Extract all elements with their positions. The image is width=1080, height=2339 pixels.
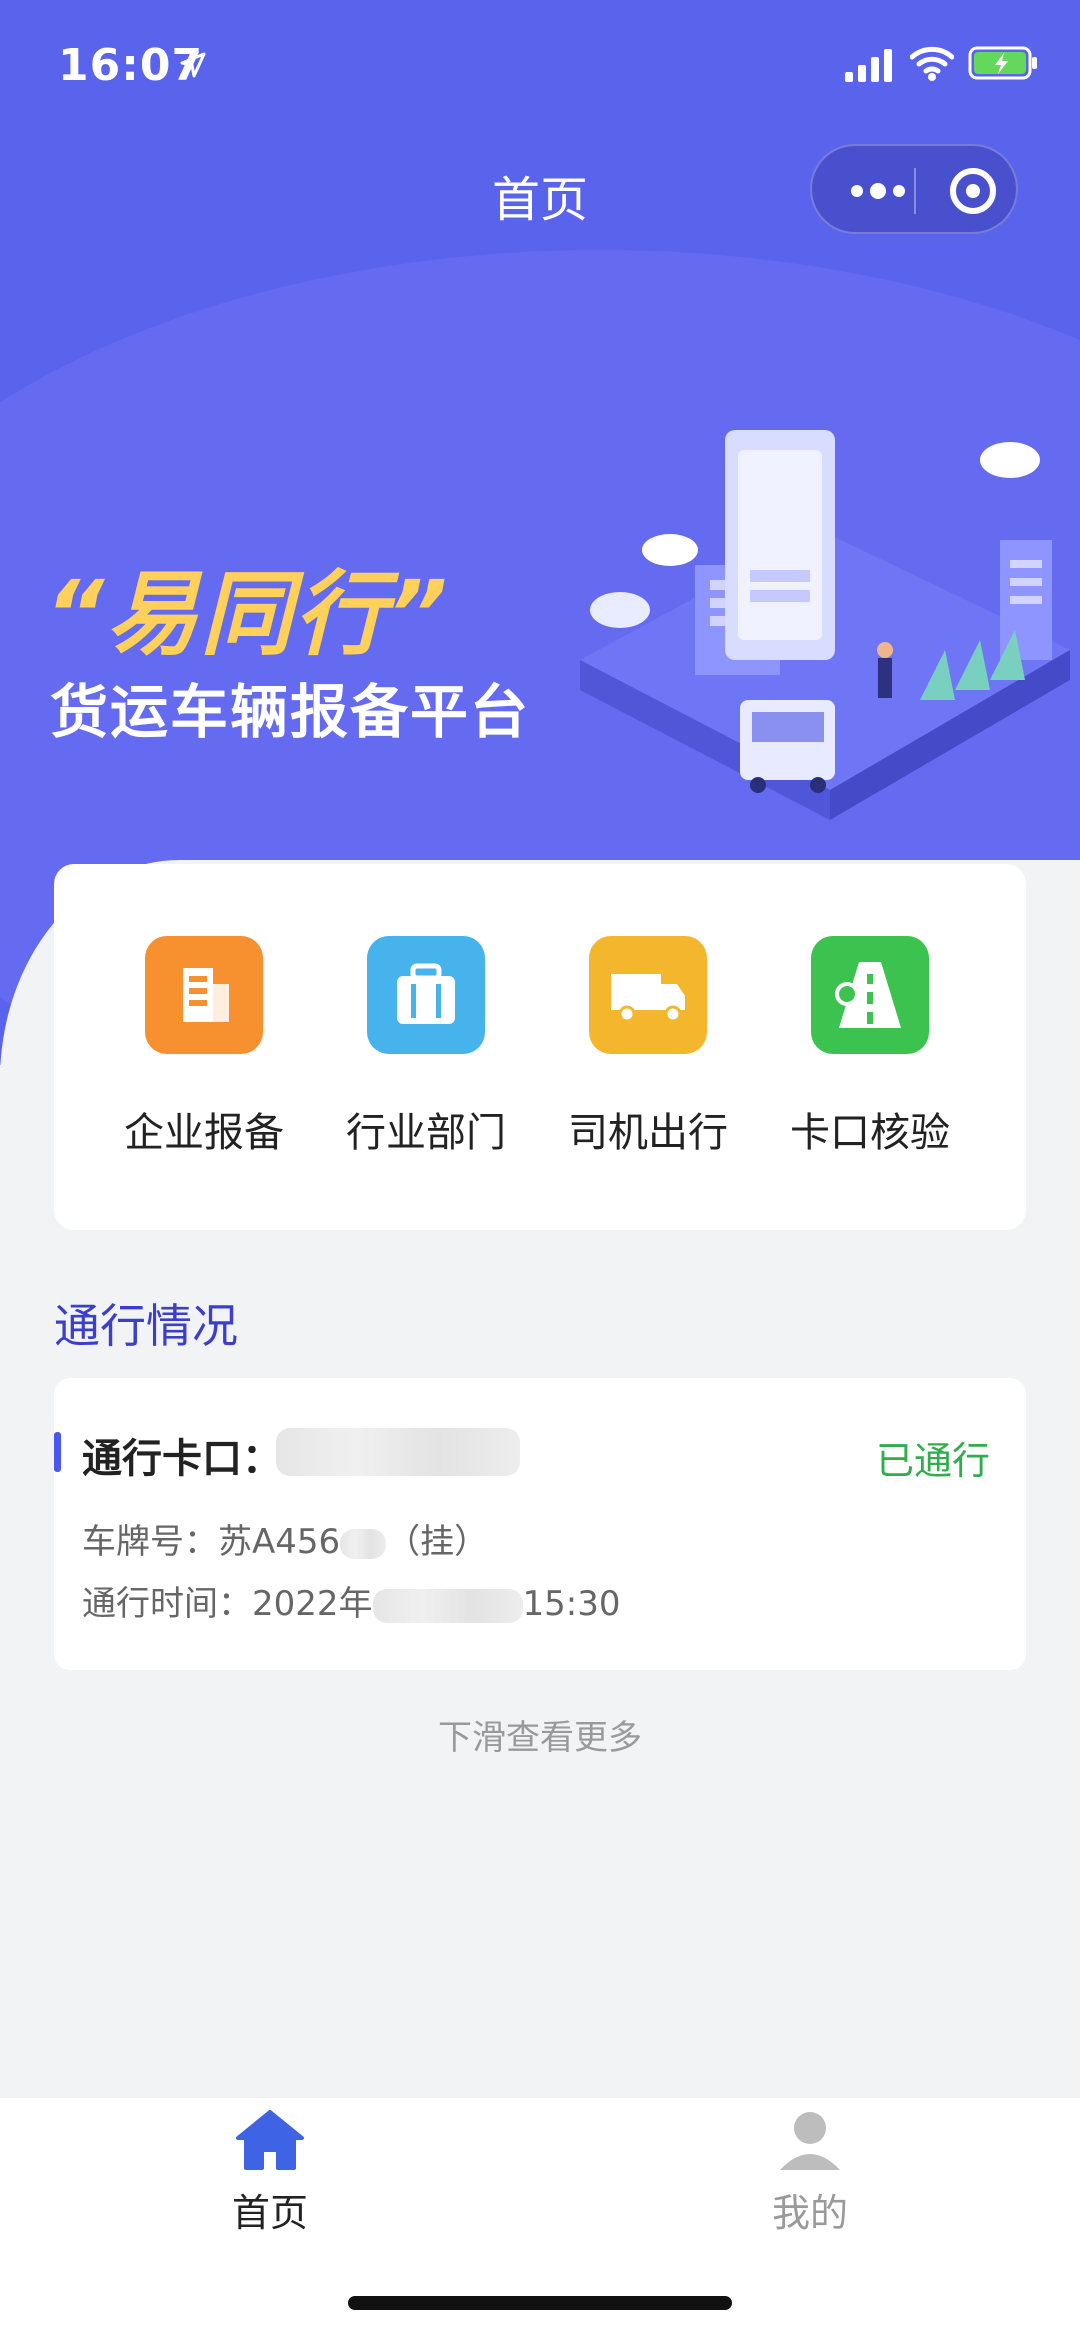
tab-home[interactable]: 首页 [0,2108,540,2237]
redacted-time-part [372,1588,523,1623]
plate-label: 车牌号： [82,1522,218,1562]
menu-label: 行业部门 [346,1110,506,1156]
location-arrow-icon [180,52,206,78]
home-icon [234,2108,306,2172]
truck-icon [589,936,707,1054]
menu-item-enterprise-report[interactable]: 企业报备 [94,936,314,1186]
tab-label: 我的 [771,2191,848,2235]
briefcase-icon [367,936,485,1054]
close-miniprogram-icon[interactable] [950,168,996,214]
redacted-plate-part [340,1528,387,1559]
time-label: 通行时间： [82,1584,252,1624]
plate-suffix: （挂） [386,1522,489,1562]
banner-title: “易同行” [45,561,450,668]
checkpoint-label: 通行卡口： [82,1436,282,1482]
tab-label: 首页 [231,2191,308,2235]
menu-item-industry-department[interactable]: 行业部门 [316,936,536,1186]
user-icon [774,2108,846,2172]
section-title: 通行情况 [54,1299,238,1353]
pass-time: 通行时间：2022年 15:30 [82,1576,621,1625]
plate-number: 车牌号：苏A456 （挂） [82,1514,488,1563]
banner-subtitle: 货运车辆报备平台 [50,678,531,746]
home-indicator [348,2296,732,2310]
menu-label: 企业报备 [124,1110,284,1156]
miniprogram-capsule [810,144,1018,234]
menu-item-driver-travel[interactable]: 司机出行 [538,936,758,1186]
capsule-divider [914,168,916,214]
menu-item-checkpoint-verify[interactable]: 卡口核验 [760,936,980,1186]
function-menu-card: 企业报备 行业部门 司机出行 卡口核验 [54,864,1026,1230]
time-value-end: 15:30 [522,1584,621,1624]
pass-record-card[interactable]: 通行卡口： 已通行 车牌号：苏A456 （挂） 通行时间：2022年 15:30 [54,1378,1026,1670]
scroll-more-hint: 下滑查看更多 [438,1718,642,1758]
status-bar: 16:07 [0,0,1080,120]
battery-charging-icon [968,46,1037,80]
road-checkpoint-icon [811,936,929,1054]
more-icon[interactable] [850,180,906,202]
status-badge: 已通行 [875,1439,990,1483]
time-value-start: 2022年 [252,1584,373,1624]
accent-bar [54,1432,61,1472]
menu-label: 司机出行 [568,1110,728,1156]
redacted-checkpoint-name [276,1428,520,1476]
wifi-icon [910,46,954,81]
tab-mine[interactable]: 我的 [540,2108,1080,2237]
isometric-platform-illustration [580,430,1070,820]
plate-value: 苏A456 [218,1522,341,1562]
signal-icon [845,49,892,82]
menu-label: 卡口核验 [790,1110,950,1156]
building-icon [145,936,263,1054]
